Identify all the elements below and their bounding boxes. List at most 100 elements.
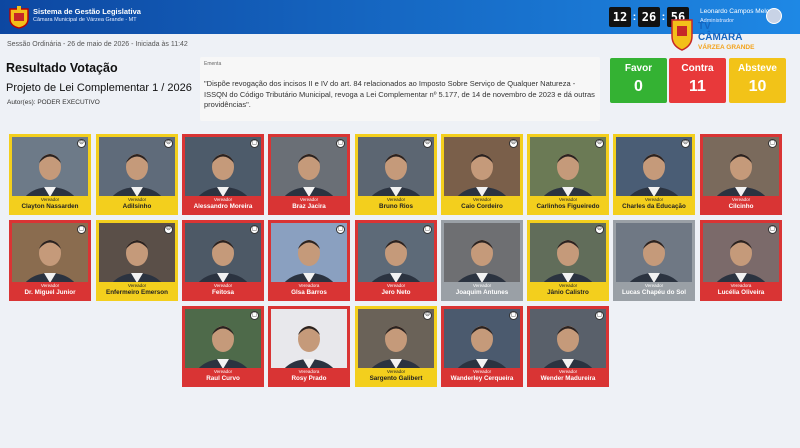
- vote-against-icon: ▢: [250, 225, 259, 234]
- abstain-icon: ⊖: [595, 139, 604, 148]
- councilor-namebar: Vereador Braz Jacira: [271, 196, 347, 212]
- ementa-text: "Dispõe revogação dos incisos II e IV do…: [204, 79, 595, 109]
- councilor-card[interactable]: ⊖ Vereador Adilsinho: [96, 134, 178, 215]
- vote-against-icon: ▢: [509, 311, 518, 320]
- vote-against-icon: ▢: [77, 225, 86, 234]
- councilor-card[interactable]: ⊖ Vereador Jânio Calistro: [527, 220, 609, 301]
- councilor-card[interactable]: Vereador Joaquim Antunes: [441, 220, 523, 301]
- system-subtitle: Câmara Municipal de Várzea Grande - MT: [33, 17, 137, 23]
- councilor-name: Carlinhos Figueiredo: [536, 203, 600, 210]
- councilor-namebar: Vereadora Lucélia Oliveira: [703, 282, 779, 298]
- councilor-card[interactable]: ▢ Vereadora Lucélia Oliveira: [700, 220, 782, 301]
- clock-minutes: 26: [638, 7, 660, 27]
- councilor-card[interactable]: ⊖ Vereador Caio Cordeiro: [441, 134, 523, 215]
- councilor-card[interactable]: ▢ Vereador Braz Jacira: [268, 134, 350, 215]
- city-crest-icon: [9, 6, 29, 29]
- councilor-card[interactable]: ▢ Vereador Wender Madureira: [527, 306, 609, 387]
- clock-hours: 12: [609, 7, 631, 27]
- councilor-namebar: Vereador Sargento Galibert: [358, 368, 434, 384]
- councilor-namebar: Vereador Carlinhos Figueiredo: [530, 196, 606, 212]
- tv-logo-line2: CÂMARA: [698, 30, 742, 43]
- councilor-name: Alessandro Moreira: [193, 203, 253, 210]
- councilor-name: Enfermeiro Emerson: [106, 289, 168, 296]
- abstain-icon: ⊖: [164, 225, 173, 234]
- favor-count-box: Favor 0: [610, 58, 667, 103]
- councilor-name: Charles da Educação: [622, 203, 686, 210]
- councilor-card[interactable]: ▢ Vereador Alessandro Moreira: [182, 134, 264, 215]
- vote-against-icon: ▢: [250, 139, 259, 148]
- councilor-card[interactable]: ▢ Vereador Wanderley Cerqueira: [441, 306, 523, 387]
- councilor-card[interactable]: ⊖ Vereador Enfermeiro Emerson: [96, 220, 178, 301]
- councilor-namebar: Vereadora Rosy Prado: [271, 368, 347, 384]
- abstem-count-box: Absteve 10: [729, 58, 786, 103]
- councilor-name: Clayton Nassarden: [21, 203, 79, 210]
- contra-count-box: Contra 11: [669, 58, 726, 103]
- councilor-card[interactable]: ▢ Vereador Raul Curvo: [182, 306, 264, 387]
- abstain-icon: ⊖: [164, 139, 173, 148]
- system-title: Sistema de Gestão Legislativa: [33, 7, 141, 16]
- abstain-icon: ⊖: [77, 139, 86, 148]
- vote-against-icon: ▢: [768, 139, 777, 148]
- councilor-namebar: Vereador Charles da Educação: [616, 196, 692, 212]
- councilor-name: Feitosa: [211, 289, 235, 296]
- councilor-name: Adilsinho: [122, 203, 152, 210]
- vote-against-icon: ▢: [423, 225, 432, 234]
- councilor-namebar: Vereador Raul Curvo: [185, 368, 261, 384]
- favor-label: Favor: [624, 63, 653, 74]
- councilor-namebar: Vereador Lucas Chapéu do Sol: [616, 282, 692, 298]
- councilor-card[interactable]: ⊖ Vereador Clayton Nassarden: [9, 134, 91, 215]
- councilor-card[interactable]: ⊖ Vereador Bruno Rios: [355, 134, 437, 215]
- councilor-card[interactable]: ▢ Vereadora Glsa Barros: [268, 220, 350, 301]
- project-title: Projeto de Lei Complementar 1 / 2026: [6, 82, 192, 94]
- councilor-card[interactable]: ⊖ Vereador Sargento Galibert: [355, 306, 437, 387]
- councilor-name: Caio Cordeiro: [461, 203, 503, 210]
- clock-separator: :: [661, 11, 666, 23]
- councilor-card[interactable]: ▢ Vereador Jero Neto: [355, 220, 437, 301]
- councilor-namebar: Vereador Bruno Rios: [358, 196, 434, 212]
- tv-camara-logo: TV CÂMARA VÁRZEA GRANDE: [671, 19, 755, 51]
- councilor-namebar: Vereador Caio Cordeiro: [444, 196, 520, 212]
- councilor-name: Joaquim Antunes: [455, 289, 509, 296]
- abstain-icon: ⊖: [509, 139, 518, 148]
- page-title: Resultado Votação: [6, 61, 118, 75]
- vote-against-icon: ▢: [250, 311, 259, 320]
- councilor-namebar: Vereador Cilcinho: [703, 196, 779, 212]
- councilor-namebar: Vereador Joaquim Antunes: [444, 282, 520, 298]
- contra-label: Contra: [681, 63, 714, 74]
- councilor-namebar: Vereador Enfermeiro Emerson: [99, 282, 175, 298]
- councilor-name: Wender Madureira: [540, 375, 596, 382]
- vote-against-icon: ▢: [336, 139, 345, 148]
- councilor-name: Jero Neto: [381, 289, 411, 296]
- councilor-namebar: Vereador Alessandro Moreira: [185, 196, 261, 212]
- councilor-namebar: Vereador Wanderley Cerqueira: [444, 368, 520, 384]
- councilor-name: Braz Jacira: [292, 203, 326, 210]
- abstain-icon: ⊖: [595, 225, 604, 234]
- councilor-card[interactable]: ⊖ Vereador Carlinhos Figueiredo: [527, 134, 609, 215]
- vote-against-icon: ▢: [768, 225, 777, 234]
- councilor-card[interactable]: Vereadora Rosy Prado: [268, 306, 350, 387]
- councilor-card[interactable]: ⊖ Vereador Charles da Educação: [613, 134, 695, 215]
- vote-against-icon: ▢: [595, 311, 604, 320]
- ementa-label: Ementa: [204, 61, 222, 67]
- councilor-namebar: Vereador Wender Madureira: [530, 368, 606, 384]
- vote-against-icon: ▢: [336, 225, 345, 234]
- abstain-icon: ⊖: [681, 139, 690, 148]
- councilor-namebar: Vereador Adilsinho: [99, 196, 175, 212]
- abstem-count: 10: [748, 78, 767, 95]
- councilor-card[interactable]: ▢ Vereador Feitosa: [182, 220, 264, 301]
- councilor-namebar: Vereador Feitosa: [185, 282, 261, 298]
- tv-logo-line1: TV: [698, 21, 711, 32]
- councilor-name: Wanderley Cerqueira: [450, 375, 514, 382]
- councilor-namebar: Vereador Clayton Nassarden: [12, 196, 88, 212]
- councilor-card[interactable]: ▢ Vereador Cilcinho: [700, 134, 782, 215]
- project-author: Autor(es): PODER EXECUTIVO: [7, 99, 100, 106]
- councilor-name: Sargento Galibert: [369, 375, 423, 382]
- councilor-name: Lucas Chapéu do Sol: [621, 289, 687, 296]
- councilor-namebar: Vereador Jânio Calistro: [530, 282, 606, 298]
- councilor-card[interactable]: ▢ Vereador Dr. Miguel Junior: [9, 220, 91, 301]
- tv-logo-line3: VÁRZEA GRANDE: [698, 42, 755, 51]
- councilor-card[interactable]: Vereador Lucas Chapéu do Sol: [613, 220, 695, 301]
- abstain-icon: ⊖: [423, 139, 432, 148]
- councilor-name: Raul Curvo: [206, 375, 240, 382]
- councilor-namebar: Vereadora Glsa Barros: [271, 282, 347, 298]
